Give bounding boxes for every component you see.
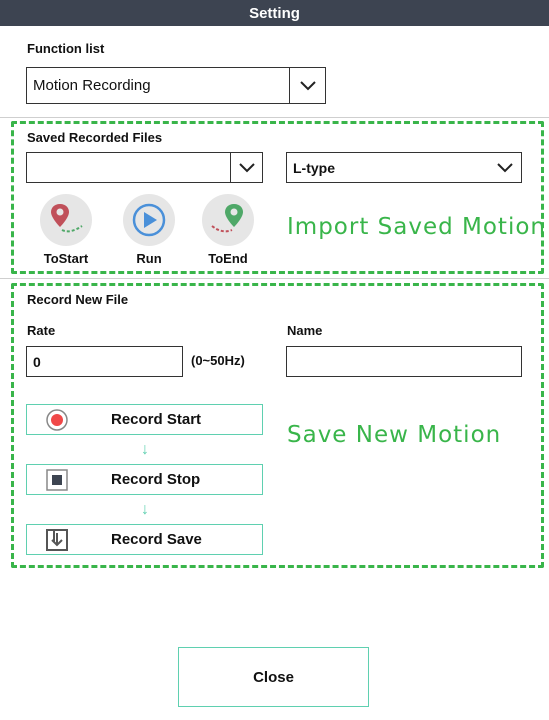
chevron-down-icon[interactable] <box>230 153 262 182</box>
saved-file-select[interactable] <box>26 152 263 183</box>
name-label: Name <box>287 323 323 338</box>
to-end-button[interactable] <box>202 194 254 246</box>
rate-input[interactable]: 0 <box>26 346 183 377</box>
chevron-down-icon[interactable] <box>289 68 325 103</box>
function-list-value: Motion Recording <box>33 77 151 94</box>
record-start-button[interactable]: Record Start <box>26 404 263 435</box>
to-start-button[interactable] <box>40 194 92 246</box>
function-list-select[interactable]: Motion Recording <box>26 67 326 104</box>
close-button[interactable]: Close <box>178 647 369 707</box>
saved-files-label: Saved Recorded Files <box>27 130 163 145</box>
record-icon <box>27 408 87 432</box>
robot-type-value: L-type <box>293 159 335 176</box>
rate-range-label: (0~50Hz) <box>191 353 245 368</box>
record-stop-button[interactable]: Record Stop <box>26 464 263 495</box>
section-divider <box>0 278 549 279</box>
record-save-button[interactable]: Record Save <box>26 524 263 555</box>
window-title: Setting <box>0 0 549 26</box>
stop-icon <box>27 468 87 492</box>
run-label: Run <box>136 251 162 266</box>
pin-to-end-icon <box>211 204 243 233</box>
to-end-label: ToEnd <box>208 251 248 266</box>
save-annotation: Save New Motion <box>287 422 502 448</box>
section-divider <box>0 117 549 118</box>
pin-to-start-icon <box>51 204 83 233</box>
arrow-down-icon: ↓ <box>141 501 149 518</box>
record-stop-label: Record Stop <box>111 471 201 488</box>
record-new-label: Record New File <box>27 292 129 307</box>
chevron-down-icon[interactable] <box>489 153 521 182</box>
rate-label: Rate <box>27 323 56 338</box>
robot-type-select[interactable]: L-type <box>286 152 522 183</box>
function-list-label: Function list <box>27 41 105 56</box>
import-annotation: Import Saved Motion <box>287 214 546 240</box>
arrow-down-icon: ↓ <box>141 441 149 458</box>
record-start-label: Record Start <box>111 411 202 428</box>
record-save-label: Record Save <box>111 531 202 548</box>
to-start-label: ToStart <box>43 251 89 266</box>
save-icon <box>27 528 87 552</box>
play-icon <box>132 203 166 237</box>
run-button[interactable] <box>123 194 175 246</box>
name-input[interactable] <box>286 346 522 377</box>
